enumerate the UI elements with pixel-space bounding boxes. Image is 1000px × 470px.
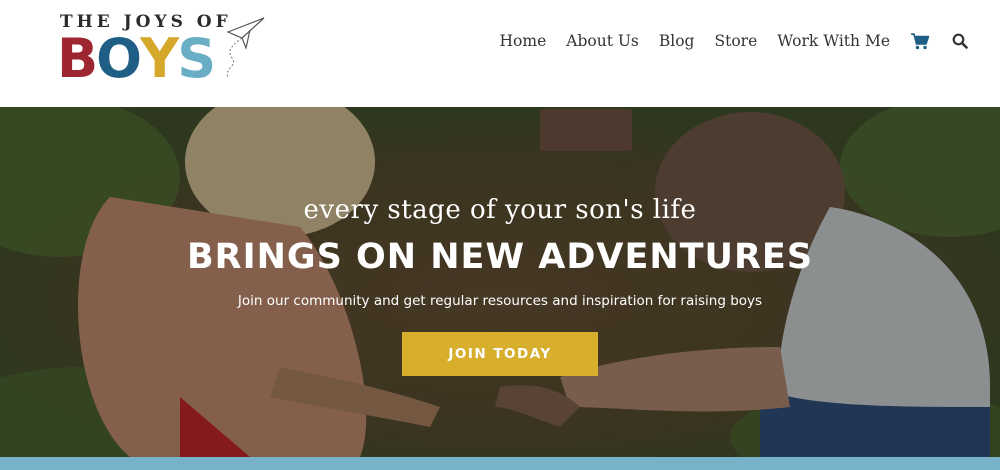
hero-content: every stage of your son's life BRINGS ON… bbox=[0, 107, 1000, 457]
site-logo[interactable]: THE JOYS OF BOYS bbox=[57, 10, 267, 90]
nav-home[interactable]: Home bbox=[500, 32, 547, 50]
hero-headline: BRINGS ON NEW ADVENTURES bbox=[186, 237, 814, 277]
hero-banner: every stage of your son's life BRINGS ON… bbox=[0, 107, 1000, 457]
nav-about-us[interactable]: About Us bbox=[566, 32, 639, 50]
logo-letter-s: S bbox=[177, 27, 216, 90]
main-nav: Home About Us Blog Store Work With Me bbox=[500, 30, 970, 52]
nav-store[interactable]: Store bbox=[714, 32, 757, 50]
logo-wordmark: BOYS bbox=[57, 27, 216, 90]
cart-icon[interactable] bbox=[910, 31, 930, 51]
nav-work-with-me[interactable]: Work With Me bbox=[777, 32, 890, 50]
section-divider-strip bbox=[0, 457, 1000, 470]
nav-blog[interactable]: Blog bbox=[659, 32, 695, 50]
paper-plane-icon bbox=[226, 17, 265, 79]
logo-letter-b: B bbox=[57, 27, 98, 90]
logo-letter-o: O bbox=[96, 27, 142, 90]
site-header: THE JOYS OF BOYS Home About Us Blog Stor… bbox=[0, 0, 1000, 107]
search-icon[interactable] bbox=[950, 31, 970, 51]
join-today-button[interactable]: JOIN TODAY bbox=[402, 332, 598, 376]
logo-letter-y: Y bbox=[140, 27, 179, 90]
hero-subtext: Join our community and get regular resou… bbox=[237, 293, 763, 309]
hero-script-line: every stage of your son's life bbox=[303, 195, 697, 225]
